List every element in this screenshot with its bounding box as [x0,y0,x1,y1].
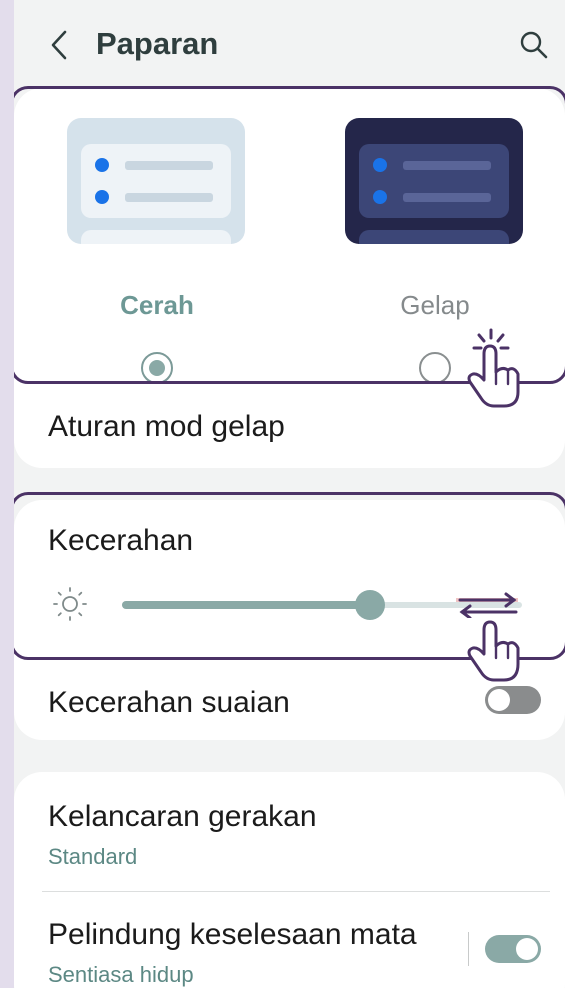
preview-line [403,161,491,170]
eye-comfort-item[interactable]: Pelindung keselesaan mata [48,918,417,952]
app-header: Paparan [14,0,565,90]
theme-label-dark: Gelap [400,290,470,320]
toggle-knob [516,938,538,960]
preview-line [125,161,213,170]
preview-dot [95,190,109,204]
divider-vertical [468,932,469,966]
chevron-left-icon[interactable] [47,28,71,62]
light-theme-preview[interactable] [67,118,245,244]
theme-option-light[interactable]: Cerah [67,116,247,396]
divider [42,891,550,892]
preview-dot [95,158,109,172]
display-settings-screen: Paparan Cerah Gelap Aturan mod gelap Kec… [14,0,565,988]
drag-arrows-icon [456,592,518,618]
adaptive-brightness-label: Kecerahan suaian [48,686,290,719]
slider-thumb[interactable] [355,590,385,620]
page-title: Paparan [96,26,219,61]
preview-panel-bottom [81,230,231,244]
motion-smoothness-item[interactable]: Kelancaran gerakan [48,800,317,834]
preview-line [125,193,213,202]
radio-light-theme[interactable] [141,352,173,384]
theme-label-light: Cerah [120,290,194,320]
preview-panel-bottom [359,230,509,244]
tap-hand-icon [467,328,520,408]
eye-comfort-toggle[interactable] [485,935,541,963]
sun-icon [53,587,87,621]
drag-hand-icon [467,620,520,682]
preview-dot [373,158,387,172]
motion-smoothness-value: Standard [48,844,138,869]
search-icon[interactable] [519,30,549,60]
preview-panel [359,144,509,218]
theme-card: Cerah Gelap Aturan mod gelap [14,88,565,468]
adaptive-brightness-toggle[interactable] [485,686,541,714]
radio-dark-theme[interactable] [419,352,451,384]
preview-line [403,193,491,202]
brightness-title: Kecerahan [48,524,194,557]
slider-fill [122,601,370,609]
toggle-knob [488,689,510,711]
dark-theme-preview[interactable] [345,118,523,244]
settings-card: Kelancaran gerakan Standard Pelindung ke… [14,772,565,988]
preview-dot [373,190,387,204]
eye-comfort-value: Sentiasa hidup [48,962,194,987]
preview-panel [81,144,231,218]
dark-mode-rules-item[interactable]: Aturan mod gelap [48,410,285,444]
